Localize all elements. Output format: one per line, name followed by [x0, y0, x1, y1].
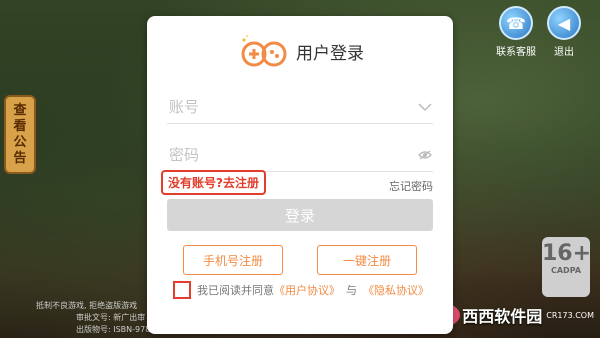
account-field	[167, 91, 433, 124]
watermark-sub: CR173.COM	[546, 310, 594, 320]
gamepad-icon	[236, 34, 290, 68]
and-text: 与	[346, 284, 357, 297]
eye-off-icon[interactable]	[417, 147, 433, 163]
user-agreement-link[interactable]: 《用户协议》	[274, 282, 340, 298]
view-notice-button[interactable]: 查 看 公 告	[4, 95, 36, 174]
account-input[interactable]	[167, 97, 417, 117]
login-dialog: 用户登录 没有账号?去注册 忘记密码 登录 手机号注册 一键注册 我已阅读并同意…	[147, 16, 453, 334]
password-input[interactable]	[167, 145, 417, 165]
contact-support-button[interactable]: ☎ 联系客服	[496, 6, 536, 58]
notice-char: 查	[13, 102, 27, 118]
footer-approval: 审批文号: 新广出审	[76, 313, 146, 322]
exit-label: 退出	[554, 47, 574, 58]
headset-icon: ☎	[499, 6, 533, 40]
age-rating-badge: 16+ CADPA	[542, 237, 592, 297]
age-rating-number: 16+	[542, 241, 592, 266]
age-rating-sub: CADPA	[550, 266, 582, 275]
dialog-header: 用户登录	[147, 34, 453, 68]
notice-char: 告	[13, 150, 27, 166]
privacy-policy-link[interactable]: 《隐私协议》	[363, 282, 429, 298]
phone-register-button[interactable]: 手机号注册	[183, 245, 283, 275]
notice-char: 公	[13, 134, 27, 150]
footer-warning: 抵制不良游戏, 拒绝盗版游戏	[36, 301, 138, 310]
chevron-down-icon[interactable]	[417, 99, 433, 115]
one-click-register-button[interactable]: 一键注册	[317, 245, 417, 275]
notice-char: 看	[13, 118, 27, 134]
password-field	[167, 139, 433, 172]
register-link[interactable]: 没有账号?去注册	[161, 170, 266, 195]
watermark-text: 西西软件园	[462, 307, 543, 326]
back-arrow-icon: ◀	[547, 6, 581, 40]
agreement-row: 我已阅读并同意 《用户协议》 与 《隐私协议》	[173, 281, 429, 299]
agree-text: 我已阅读并同意	[197, 284, 274, 297]
forgot-password-link[interactable]: 忘记密码	[389, 178, 433, 194]
login-button[interactable]: 登录	[167, 199, 433, 231]
exit-button[interactable]: ◀ 退出	[544, 6, 584, 58]
dialog-title: 用户登录	[296, 43, 364, 64]
agree-checkbox[interactable]	[173, 281, 191, 299]
contact-support-label: 联系客服	[496, 47, 536, 58]
